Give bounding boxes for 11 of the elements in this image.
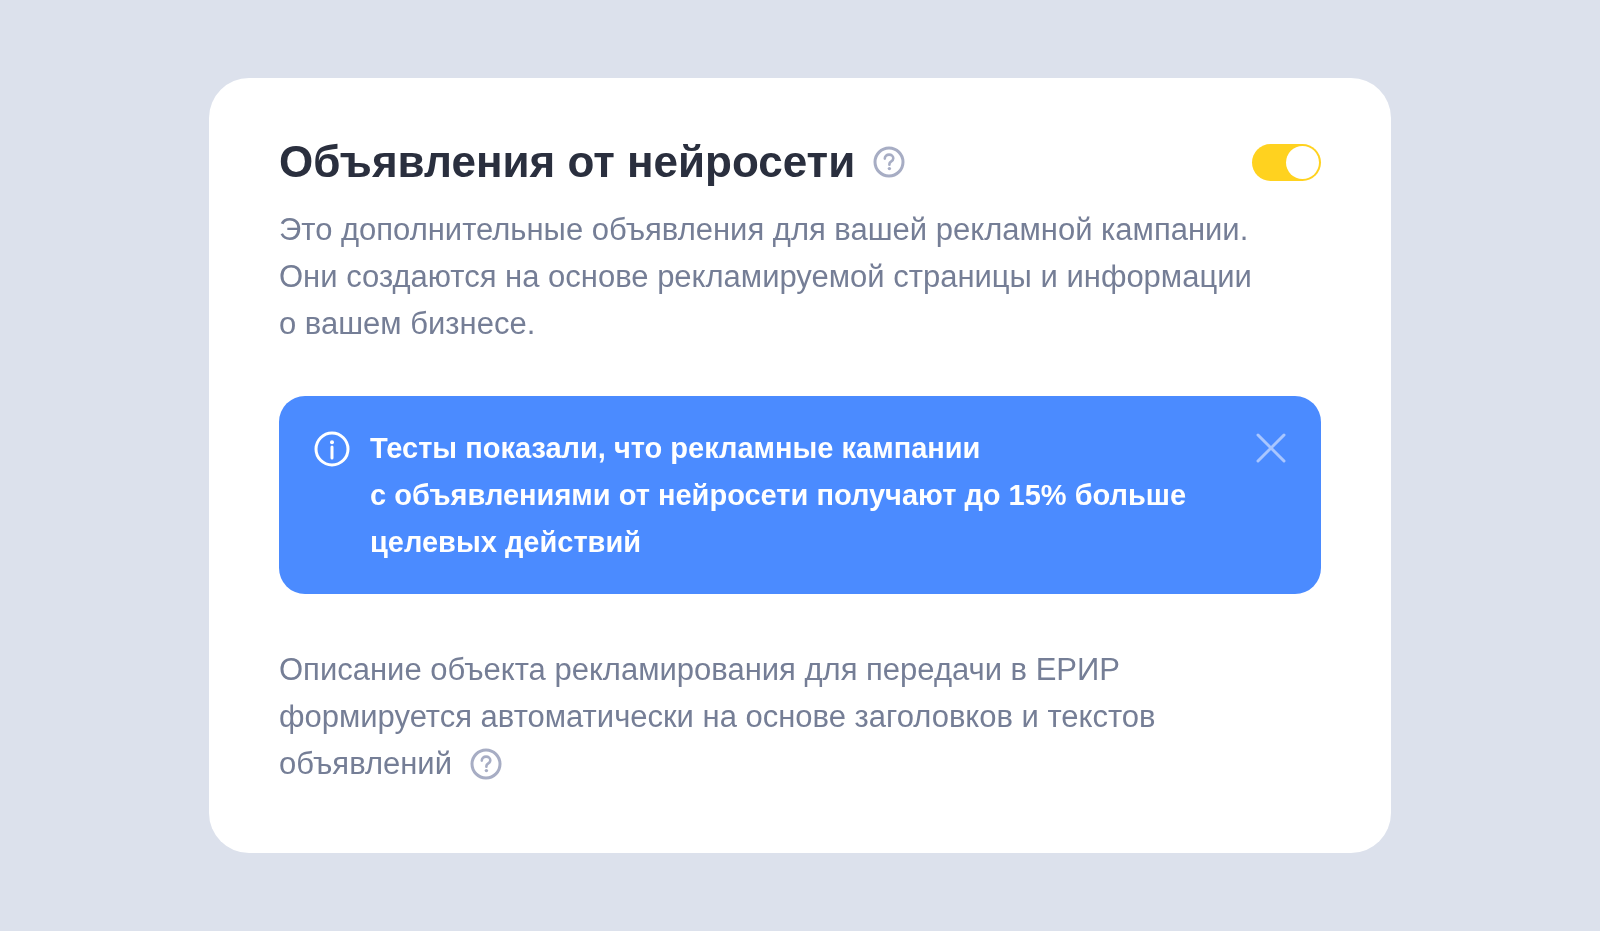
help-icon[interactable]	[469, 747, 502, 780]
note-text: формируется автоматически на основе заголовков и текстов	[279, 698, 1156, 736]
banner-message: Тесты показали, что рекламные кампании с объявлениями от нейросети получают до 15% больше целевых действий	[370, 431, 1188, 560]
note-text: объявлений	[279, 745, 452, 783]
close-icon[interactable]	[1256, 433, 1286, 463]
section-title: Объявления от нейросети	[279, 136, 856, 188]
section-description: Это дополнительные объявления для вашей рекламной кампании. Они создаются на основе рекламируемой страницы и информации о вашем бизнесе.	[279, 211, 1253, 343]
toggle-switch[interactable]	[1252, 143, 1321, 181]
help-icon[interactable]	[873, 146, 906, 178]
note-text: Описание объекта рекламирования для передачи в ЕРИР	[279, 651, 1120, 689]
info-icon	[314, 431, 350, 467]
